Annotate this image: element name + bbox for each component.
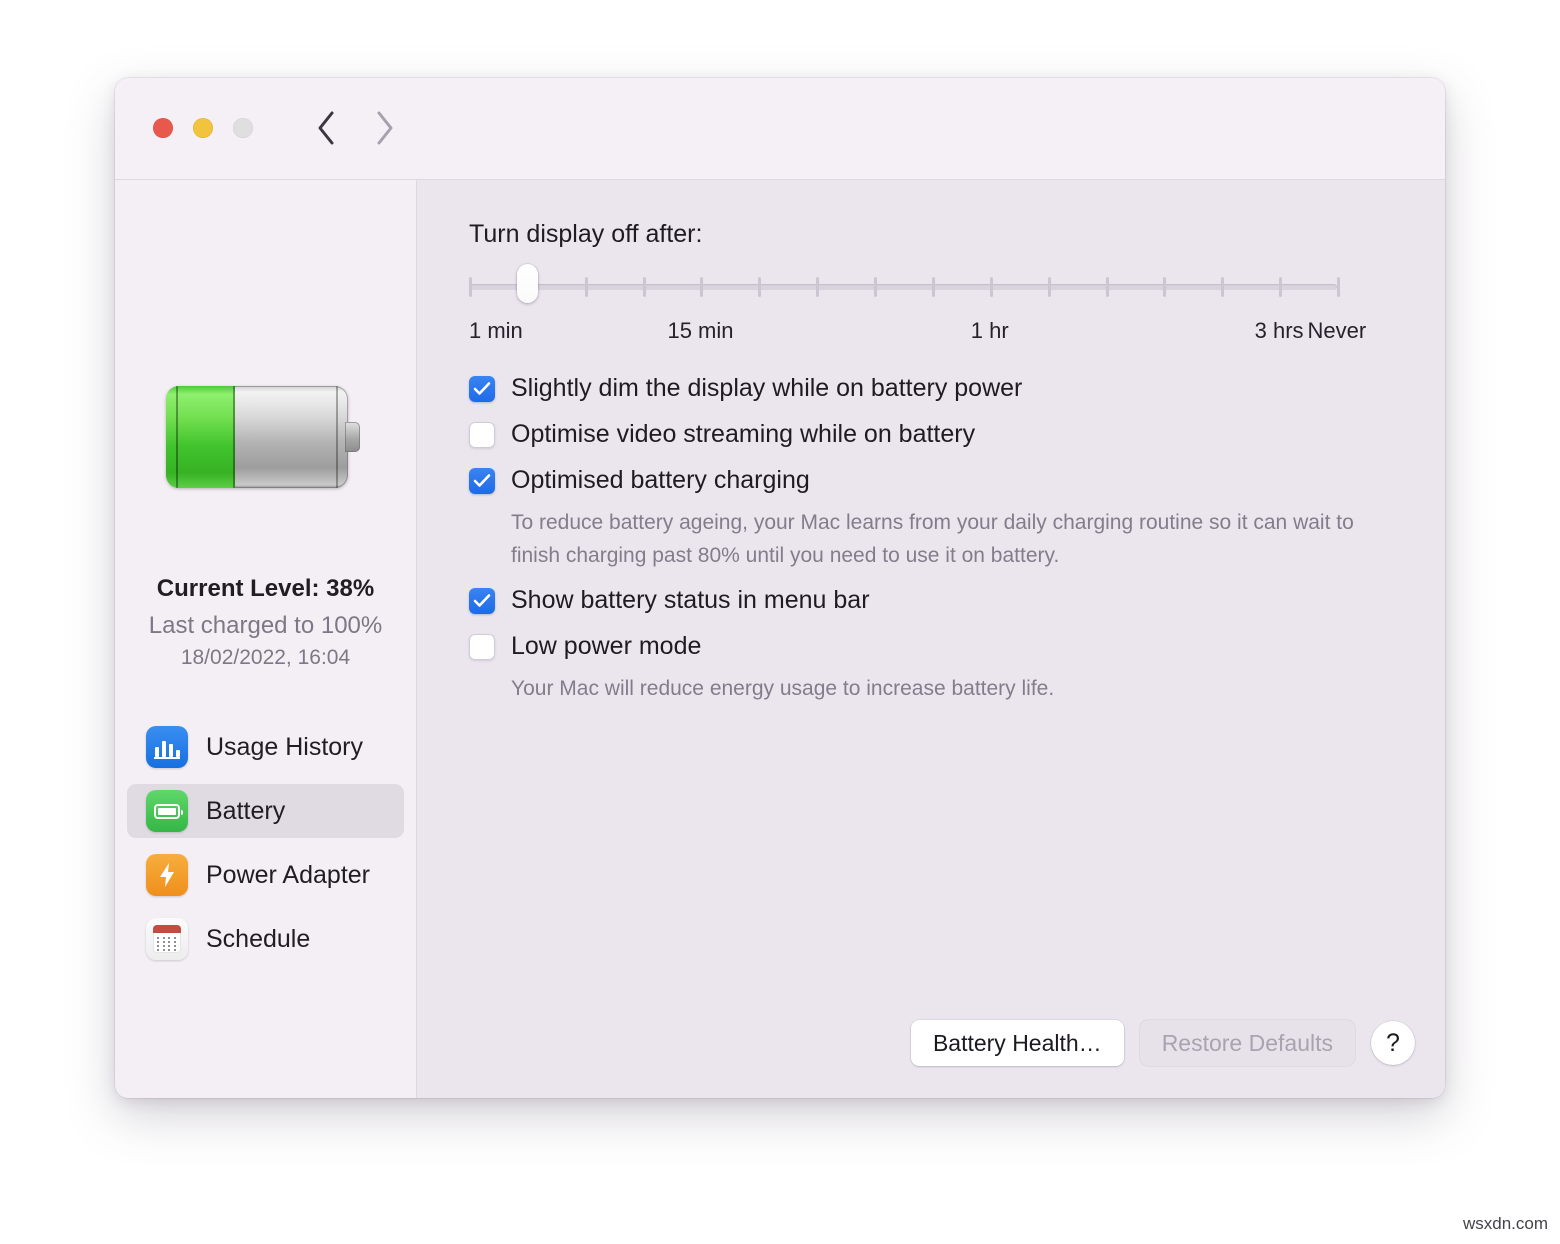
slider-tick	[1048, 277, 1051, 297]
sidebar-nav: Usage History Battery Power Adapter	[127, 720, 404, 976]
help-button[interactable]: ?	[1371, 1021, 1415, 1065]
turn-display-off-slider[interactable]	[469, 272, 1337, 306]
option-slightly-dim-display[interactable]: Slightly dim the display while on batter…	[469, 374, 1405, 402]
slider-tick	[1279, 277, 1282, 297]
usage-history-icon	[146, 726, 188, 768]
slider-tick	[1221, 277, 1224, 297]
slider-track[interactable]	[469, 284, 1337, 290]
checkbox[interactable]	[469, 588, 495, 614]
slider-tick	[1337, 277, 1340, 297]
battery-health-button[interactable]: Battery Health…	[911, 1020, 1124, 1066]
turn-display-off-label: Turn display off after:	[469, 220, 702, 249]
option-description: Your Mac will reduce energy usage to inc…	[511, 672, 1405, 705]
option-low-power-mode[interactable]: Low power mode	[469, 632, 1405, 660]
watermark: wsxdn.com	[1463, 1214, 1548, 1234]
checkbox[interactable]	[469, 376, 495, 402]
chevron-left-icon[interactable]	[313, 106, 339, 150]
slider-tick-label: Never	[1308, 318, 1367, 344]
last-charged-label: Last charged to 100%	[115, 612, 416, 640]
power-adapter-icon	[146, 854, 188, 896]
navigation-arrows	[313, 106, 397, 150]
slider-tick	[700, 277, 703, 297]
slider-tick-label: 1 min	[469, 318, 523, 344]
battery-level-graphic	[166, 386, 363, 488]
option-label: Show battery status in menu bar	[511, 586, 870, 614]
sidebar-item-label: Power Adapter	[206, 861, 370, 890]
minimise-button[interactable]	[193, 118, 213, 138]
sidebar-item-label: Schedule	[206, 925, 310, 954]
slider-tick	[816, 277, 819, 297]
slider-tick	[932, 277, 935, 297]
window-body: Current Level: 38% Last charged to 100% …	[115, 180, 1445, 1098]
option-label: Slightly dim the display while on batter…	[511, 374, 1022, 402]
chevron-right-icon[interactable]	[371, 106, 397, 150]
sidebar-item-power-adapter[interactable]: Power Adapter	[127, 848, 404, 902]
schedule-calendar-icon	[146, 918, 188, 960]
checkbox[interactable]	[469, 634, 495, 660]
sidebar-item-schedule[interactable]: Schedule	[127, 912, 404, 966]
slider-tick-label: 3 hrs	[1255, 318, 1304, 344]
sidebar-item-battery[interactable]: Battery	[127, 784, 404, 838]
slider-tick	[874, 277, 877, 297]
slider-tick	[1106, 277, 1109, 297]
sidebar-item-label: Usage History	[206, 733, 363, 762]
slider-tick	[469, 277, 472, 297]
restore-defaults-button: Restore Defaults	[1140, 1020, 1355, 1066]
checkbox[interactable]	[469, 468, 495, 494]
window-titlebar: Battery	[115, 78, 1445, 180]
option-optimised-battery-charging[interactable]: Optimised battery charging	[469, 466, 1405, 494]
sidebar: Current Level: 38% Last charged to 100% …	[115, 180, 417, 1098]
checkbox[interactable]	[469, 422, 495, 448]
slider-tick	[1163, 277, 1166, 297]
slider-tick	[758, 277, 761, 297]
sidebar-item-usage-history[interactable]: Usage History	[127, 720, 404, 774]
slider-tick	[585, 277, 588, 297]
sidebar-item-label: Battery	[206, 797, 285, 826]
slider-tick-label: 15 min	[667, 318, 733, 344]
battery-status-text: Current Level: 38% Last charged to 100% …	[115, 575, 416, 670]
battery-icon	[146, 790, 188, 832]
options-list: Slightly dim the display while on batter…	[469, 374, 1405, 705]
option-optimise-video-streaming[interactable]: Optimise video streaming while on batter…	[469, 420, 1405, 448]
last-charged-date: 18/02/2022, 16:04	[115, 646, 416, 670]
option-label: Optimise video streaming while on batter…	[511, 420, 975, 448]
system-preferences-window: Battery Current Level: 38% Las	[115, 78, 1445, 1098]
close-button[interactable]	[153, 118, 173, 138]
slider-tick-label: 1 hr	[971, 318, 1009, 344]
slider-tick-labels: 1 min15 min1 hr3 hrsNever	[469, 318, 1357, 348]
option-label: Optimised battery charging	[511, 466, 810, 494]
zoom-button[interactable]	[233, 118, 253, 138]
slider-tick	[990, 277, 993, 297]
slider-tick	[643, 277, 646, 297]
current-level-label: Current Level: 38%	[115, 575, 416, 603]
option-show-battery-status-menu-bar[interactable]: Show battery status in menu bar	[469, 586, 1405, 614]
slider-thumb[interactable]	[517, 264, 538, 303]
footer-buttons: Battery Health… Restore Defaults ?	[911, 1020, 1415, 1066]
traffic-light-controls	[153, 118, 253, 138]
option-label: Low power mode	[511, 632, 701, 660]
content-pane: Turn display off after: 1 min 15 min 1 hr 3…	[417, 180, 1445, 1098]
option-description: To reduce battery ageing, your Mac learn…	[511, 506, 1405, 572]
